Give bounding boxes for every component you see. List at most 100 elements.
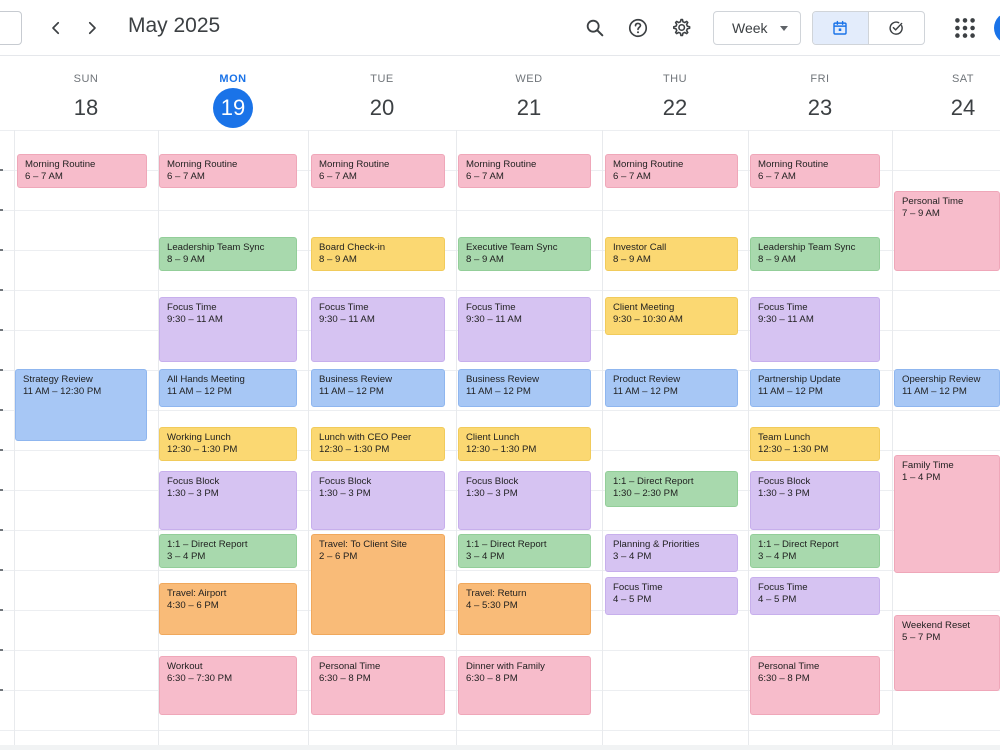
column-divider [308, 130, 309, 750]
day-header-wed[interactable]: WED 21 [456, 56, 602, 130]
horizontal-scrollbar[interactable] [0, 745, 1000, 750]
event-block[interactable]: Business Review 11 AM – 12 PM [458, 369, 591, 407]
event-block[interactable]: Focus Block 1:30 – 3 PM [311, 471, 445, 530]
hour-tick [0, 689, 3, 691]
view-select[interactable]: Week [713, 11, 801, 45]
event-block[interactable]: Board Check-in 8 – 9 AM [311, 237, 445, 271]
event-block[interactable]: Partnership Update 11 AM – 12 PM [750, 369, 880, 407]
event-title: Travel: To Client Site [319, 539, 407, 550]
event-block[interactable]: 1:1 – Direct Report 3 – 4 PM [159, 534, 297, 568]
event-block[interactable]: 1:1 – Direct Report 3 – 4 PM [750, 534, 880, 568]
event-block[interactable]: Focus Block 1:30 – 3 PM [159, 471, 297, 530]
event-block[interactable]: Morning Routine 6 – 7 AM [159, 154, 297, 188]
event-title: Travel: Return [466, 588, 527, 599]
event-time: 12:30 – 1:30 PM [319, 444, 390, 455]
event-block[interactable]: Team Lunch 12:30 – 1:30 PM [750, 427, 880, 461]
event-block[interactable]: Personal Time 6:30 – 8 PM [750, 656, 880, 715]
event-block[interactable]: Leadership Team Sync 8 – 9 AM [159, 237, 297, 271]
today-button[interactable] [0, 11, 22, 45]
day-number[interactable]: 18 [66, 88, 106, 128]
event-block[interactable]: Travel: Airport 4:30 – 6 PM [159, 583, 297, 635]
event-block[interactable]: Dinner with Family 6:30 – 8 PM [458, 656, 591, 715]
event-block[interactable]: Investor Call 8 – 9 AM [605, 237, 738, 271]
event-block[interactable]: 1:1 – Direct Report 3 – 4 PM [458, 534, 591, 568]
day-name: FRI [810, 73, 830, 85]
hour-tick [0, 409, 3, 411]
event-block[interactable]: Opeership Review 11 AM – 12 PM [894, 369, 1000, 407]
event-block[interactable]: Focus Time 4 – 5 PM [605, 577, 738, 615]
event-block[interactable]: 1:1 – Direct Report 1:30 – 2:30 PM [605, 471, 738, 507]
event-block[interactable]: Focus Time 4 – 5 PM [750, 577, 880, 615]
event-block[interactable]: Focus Time 9:30 – 11 AM [311, 297, 445, 362]
settings-button[interactable] [665, 12, 697, 44]
event-block[interactable]: Morning Routine 6 – 7 AM [17, 154, 147, 188]
day-header-sat[interactable]: SAT 24 [892, 56, 1000, 130]
event-block[interactable]: Focus Time 9:30 – 11 AM [458, 297, 591, 362]
event-block[interactable]: Leadership Team Sync 8 – 9 AM [750, 237, 880, 271]
event-block[interactable]: Planning & Priorities 3 – 4 PM [605, 534, 738, 572]
event-block[interactable]: Product Review 11 AM – 12 PM [605, 369, 738, 407]
event-block[interactable]: Family Time 1 – 4 PM [894, 455, 1000, 573]
calendar-view-button[interactable] [813, 12, 869, 44]
event-time: 9:30 – 10:30 AM [613, 314, 683, 325]
day-header-tue[interactable]: TUE 20 [308, 56, 456, 130]
event-block[interactable]: Personal Time 6:30 – 8 PM [311, 656, 445, 715]
day-number[interactable]: 23 [800, 88, 840, 128]
event-block[interactable]: Personal Time 7 – 9 AM [894, 191, 1000, 271]
event-block[interactable]: Executive Team Sync 8 – 9 AM [458, 237, 591, 271]
event-block[interactable]: Morning Routine 6 – 7 AM [311, 154, 445, 188]
help-button[interactable] [622, 12, 654, 44]
event-title: Focus Time [167, 302, 217, 313]
event-block[interactable]: Morning Routine 6 – 7 AM [605, 154, 738, 188]
event-block[interactable]: Travel: To Client Site 2 – 6 PM [311, 534, 445, 635]
event-time: 8 – 9 AM [466, 254, 504, 265]
event-time: 8 – 9 AM [167, 254, 205, 265]
day-header-fri[interactable]: FRI 23 [748, 56, 892, 130]
day-number-today[interactable]: 19 [213, 88, 253, 128]
day-header-thu[interactable]: THU 22 [602, 56, 748, 130]
search-button[interactable] [579, 12, 611, 44]
event-time: 9:30 – 11 AM [319, 314, 375, 325]
apps-grid-icon[interactable] [952, 15, 978, 41]
event-title: Morning Routine [167, 159, 238, 170]
event-block[interactable]: Client Meeting 9:30 – 10:30 AM [605, 297, 738, 335]
event-block[interactable]: Morning Routine 6 – 7 AM [458, 154, 591, 188]
next-week-button[interactable] [76, 12, 108, 44]
hour-tick [0, 169, 3, 171]
event-block[interactable]: Focus Block 1:30 – 3 PM [458, 471, 591, 530]
event-block[interactable]: Focus Time 9:30 – 11 AM [750, 297, 880, 362]
event-block[interactable]: Strategy Review 11 AM – 12:30 PM [15, 369, 147, 441]
account-avatar[interactable] [994, 12, 1000, 44]
previous-week-button[interactable] [40, 12, 72, 44]
event-block[interactable]: Focus Time 9:30 – 11 AM [159, 297, 297, 362]
tasks-view-button[interactable] [869, 12, 925, 44]
event-block[interactable]: Focus Block 1:30 – 3 PM [750, 471, 880, 530]
event-block[interactable]: Weekend Reset 5 – 7 PM [894, 615, 1000, 691]
day-number[interactable]: 21 [509, 88, 549, 128]
day-name: WED [515, 73, 543, 85]
day-header-sun[interactable]: SUN 18 [14, 56, 158, 130]
event-title: Focus Time [319, 302, 369, 313]
event-title: Business Review [319, 374, 393, 385]
event-block[interactable]: Business Review 11 AM – 12 PM [311, 369, 445, 407]
event-block[interactable]: Workout 6:30 – 7:30 PM [159, 656, 297, 715]
hour-line [0, 290, 1000, 291]
event-block[interactable]: Morning Routine 6 – 7 AM [750, 154, 880, 188]
event-title: Focus Time [466, 302, 516, 313]
day-header-mon[interactable]: MON 19 [158, 56, 308, 130]
task-check-icon [889, 21, 904, 35]
day-number[interactable]: 22 [655, 88, 695, 128]
event-block[interactable]: Working Lunch 12:30 – 1:30 PM [159, 427, 297, 461]
event-time: 11 AM – 12 PM [466, 386, 531, 397]
event-block[interactable]: Travel: Return 4 – 5:30 PM [458, 583, 591, 635]
event-time: 11 AM – 12 PM [319, 386, 384, 397]
day-number[interactable]: 24 [943, 88, 983, 128]
day-number[interactable]: 20 [362, 88, 402, 128]
event-title: Lunch with CEO Peer [319, 432, 412, 443]
event-time: 1:30 – 3 PM [466, 488, 518, 499]
event-time: 6:30 – 8 PM [466, 673, 518, 684]
month-title: May 2025 [128, 14, 221, 37]
event-block[interactable]: All Hands Meeting 11 AM – 12 PM [159, 369, 297, 407]
event-block[interactable]: Lunch with CEO Peer 12:30 – 1:30 PM [311, 427, 445, 461]
event-block[interactable]: Client Lunch 12:30 – 1:30 PM [458, 427, 591, 461]
